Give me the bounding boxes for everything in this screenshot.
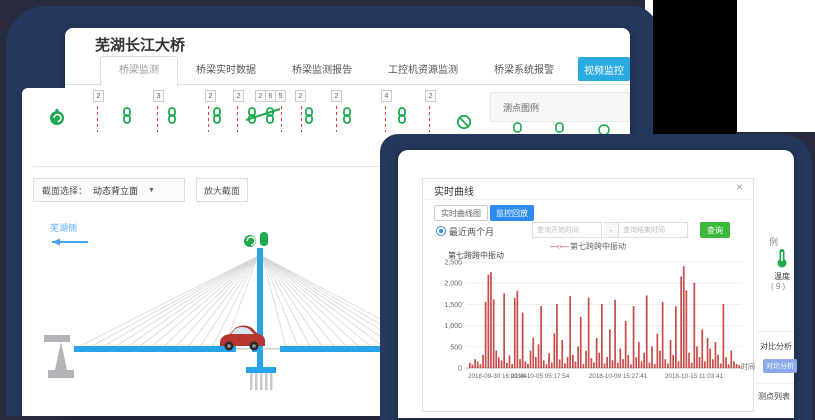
- section-select-value: 动态背立面: [93, 184, 138, 197]
- sensor-count-badge: 2: [233, 90, 244, 102]
- last-two-months-radio[interactable]: [436, 226, 446, 236]
- chain-sensor-icon[interactable]: [303, 107, 315, 130]
- red-dash-line: [336, 106, 337, 132]
- svg-text:1,000: 1,000: [444, 323, 462, 330]
- chain-sensor-icon[interactable]: [341, 107, 353, 130]
- chain-sensor-icon[interactable]: [121, 107, 133, 130]
- black-backdrop: [653, 0, 737, 140]
- main-tab[interactable]: 工控机资源监测: [370, 57, 476, 85]
- side-arrow-icon: [52, 239, 88, 246]
- query-start-time-input[interactable]: [532, 222, 602, 238]
- temperature-label: 温度: [774, 271, 790, 282]
- svg-text:2018-10-09 15:27:41: 2018-10-09 15:27:41: [589, 373, 648, 380]
- chevron-down-icon: ▼: [148, 187, 155, 194]
- svg-text:2018-10-05 05:17:54: 2018-10-05 05:17:54: [511, 373, 570, 380]
- bridge-abutment: [44, 335, 74, 378]
- disabled-sensor-icon[interactable]: [456, 114, 472, 135]
- main-tab[interactable]: 桥梁实时数据: [178, 57, 274, 85]
- section-divider: [33, 166, 388, 167]
- thermometer-icon[interactable]: [776, 248, 788, 268]
- sensor-count-badge: 2: [93, 90, 104, 102]
- svg-text:1,500: 1,500: [444, 302, 462, 309]
- sensor-count-badge: 2: [331, 90, 342, 102]
- section-select-dropdown[interactable]: 截面选择： 动态背立面 ▼: [33, 178, 185, 202]
- chain-sensor-icon[interactable]: [166, 107, 178, 130]
- query-end-time-input[interactable]: [618, 222, 688, 238]
- compare-analysis-button[interactable]: 对比分析: [763, 359, 797, 373]
- svg-text:2,000: 2,000: [444, 281, 462, 288]
- sliver-divider: [756, 331, 794, 332]
- red-dash-line: [237, 106, 238, 132]
- sliver-divider: [756, 383, 794, 384]
- sensor-count-badge: 3: [153, 90, 164, 102]
- main-tab[interactable]: 桥梁监测: [100, 56, 178, 86]
- legend-panel-header: 测点图例: [490, 92, 630, 122]
- tower-camera-icon[interactable]: [244, 232, 268, 247]
- pier-cap: [246, 367, 276, 373]
- last-two-months-label: 最近两个月: [449, 225, 494, 238]
- section-select-label: 截面选择：: [34, 184, 87, 197]
- red-dash-line: [385, 106, 386, 132]
- video-monitor-button[interactable]: 视频监控: [578, 57, 630, 81]
- tab-realtime-curve[interactable]: 实时曲线图: [434, 205, 488, 221]
- enlarge-section-button[interactable]: 放大截面: [196, 178, 248, 202]
- chart-x-axis-label: 时间: [741, 362, 755, 372]
- date-range-separator: -: [604, 222, 618, 238]
- query-button[interactable]: 查询: [700, 222, 730, 238]
- sensor-count-badge: 2: [205, 90, 216, 102]
- vibration-chart[interactable]: 2,500 2,000 1,500 1,000 500 0 2018-09-30 16:01…: [432, 248, 750, 386]
- chain-sensor-icon[interactable]: [211, 107, 223, 130]
- red-dash-line: [429, 106, 430, 132]
- crossed-out-slash-icon: [244, 104, 284, 131]
- main-tab[interactable]: 桥梁监测报告: [274, 57, 370, 85]
- chart-x-ticks: 2018-09-30 16:01:442018-10-05 05:17:5420…: [468, 373, 723, 380]
- bar-series: [469, 266, 740, 368]
- pier-piles: [250, 373, 273, 390]
- temperature-count: ( 9 ): [771, 282, 785, 291]
- screenshot-stage: 芜湖长江大桥 桥梁监测桥梁实时数据桥梁监测报告工控机资源监测桥梁系统报警 视频监…: [0, 0, 815, 420]
- svg-text:2,500: 2,500: [444, 260, 462, 267]
- tab-monitor-playback[interactable]: 监控回放: [490, 205, 534, 221]
- close-icon[interactable]: ×: [736, 180, 743, 194]
- legend-panel-title: 测点图例: [491, 93, 629, 114]
- sensor-count-badge: 2: [425, 90, 436, 102]
- bridge-deck-right: [280, 346, 390, 352]
- red-dash-line: [208, 106, 209, 132]
- dialog-header-divider: [423, 199, 753, 200]
- page-title: 芜湖长江大桥: [95, 34, 185, 55]
- main-tabs: 桥梁监测桥梁实时数据桥梁监测报告工控机资源监测桥梁系统报警: [100, 57, 572, 85]
- point-list-header: 测点列表: [758, 391, 790, 402]
- red-dash-line: [301, 106, 302, 132]
- bridge-deck-left: [74, 346, 236, 352]
- svg-text:2018-10-15 11:03:41: 2018-10-15 11:03:41: [665, 373, 724, 380]
- red-dash-line: [157, 106, 158, 132]
- sensor-count-badge: 5: [275, 90, 286, 102]
- bridge-illustration: [22, 210, 390, 416]
- clipped-legend-header: 例: [769, 235, 778, 248]
- compare-analysis-header: 对比分析: [760, 341, 792, 352]
- svg-text:0: 0: [458, 366, 462, 373]
- chain-sensor-icon[interactable]: [396, 107, 408, 130]
- red-dash-line: [97, 106, 98, 132]
- gauge-sensor-icon[interactable]: [48, 108, 66, 131]
- sensor-count-badge: 2: [295, 90, 306, 102]
- dialog-title: 实时曲线: [434, 183, 474, 198]
- main-tab[interactable]: 桥梁系统报警: [476, 57, 572, 85]
- sensor-count-badge: 4: [381, 90, 392, 102]
- svg-text:500: 500: [450, 344, 462, 351]
